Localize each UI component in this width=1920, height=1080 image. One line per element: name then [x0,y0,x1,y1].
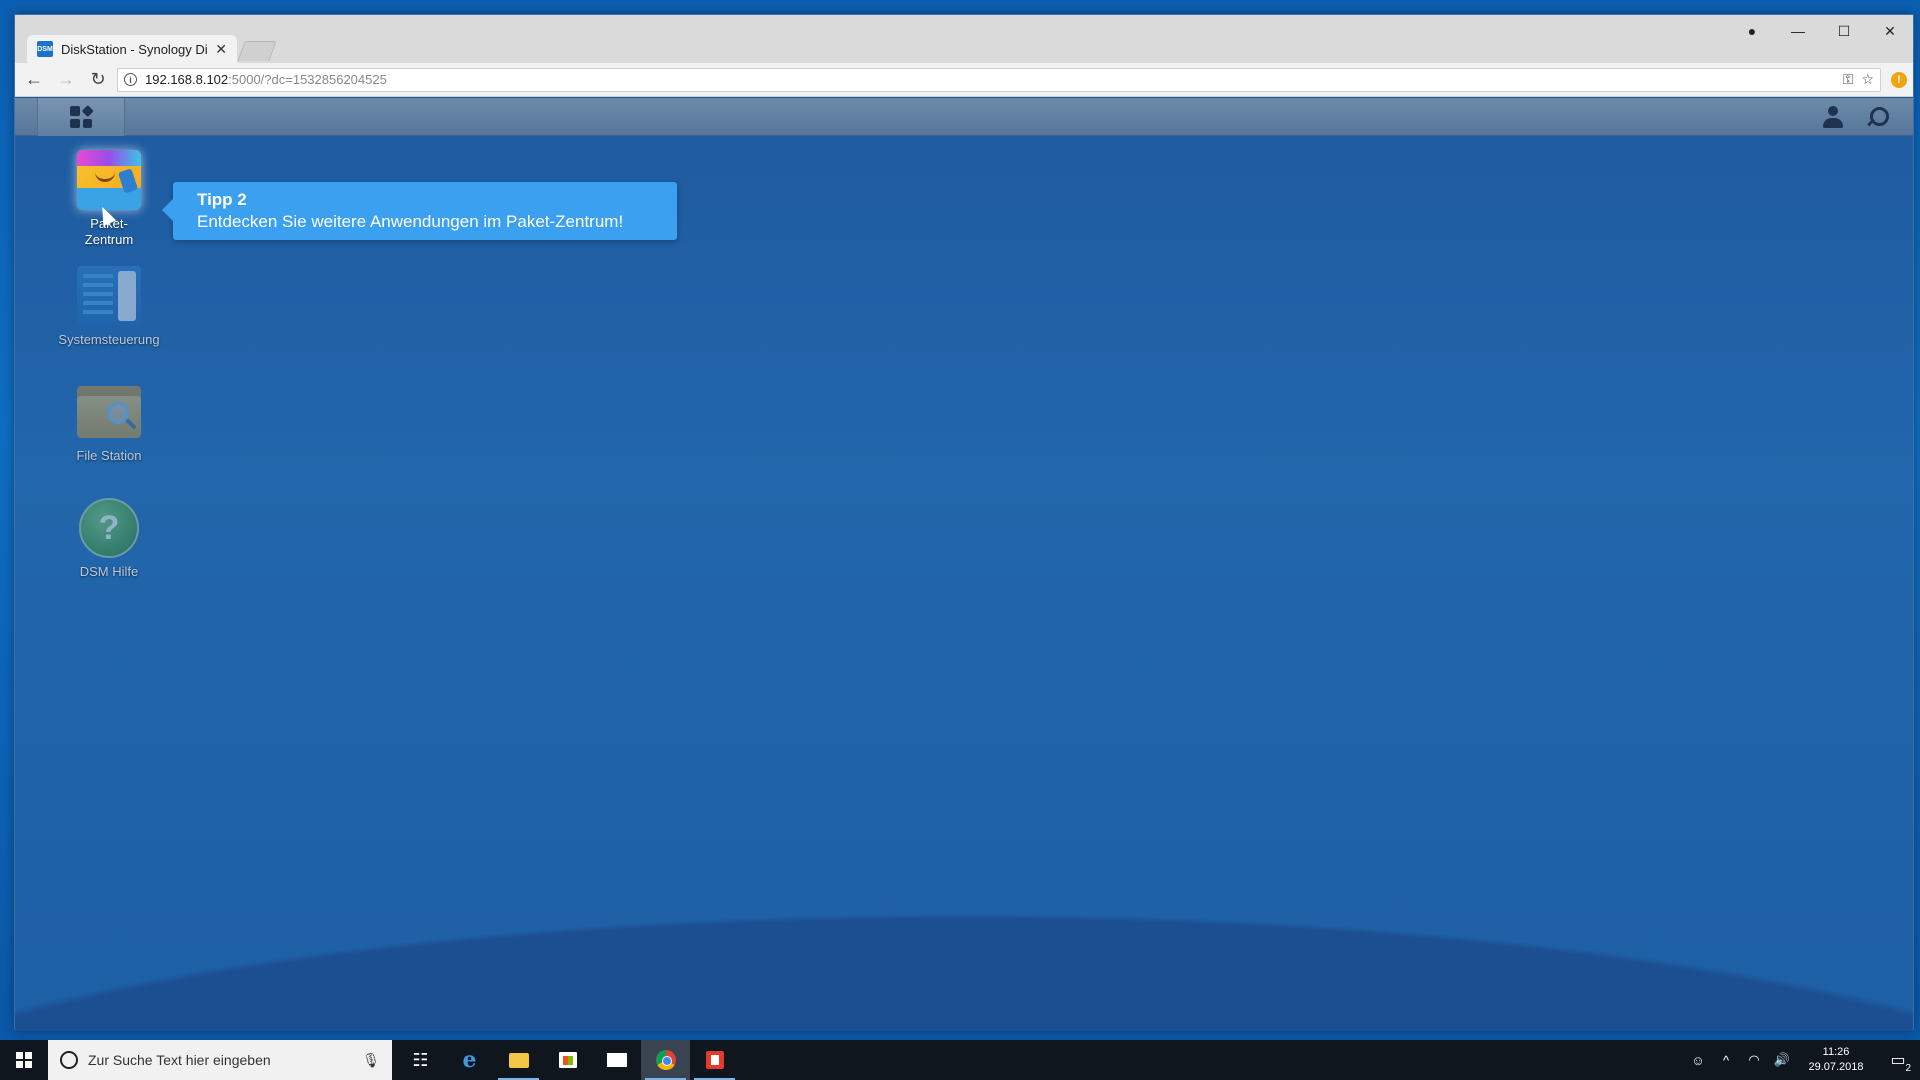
store-icon[interactable] [543,1040,592,1080]
start-button[interactable] [0,1040,48,1080]
window-controls: ● — ☐ ✕ [1729,15,1913,47]
site-info-icon[interactable]: i [124,73,137,86]
close-window-icon[interactable]: ✕ [1867,15,1913,47]
help-question-icon: ? [79,498,139,558]
browser-window: DSM DiskStation - Synology DiskStation ✕… [14,14,1914,1031]
notification-count: 2 [1904,1063,1912,1074]
dsm-desktop: Paket- Zentrum Systemsteuerung File Stat… [15,98,1913,1031]
chrome-icon[interactable] [641,1040,690,1080]
clock-time: 11:26 [1822,1046,1850,1058]
microphone-icon[interactable]: 🎙 [362,1052,380,1069]
tip-balloon: Tipp 2 Entdecken Sie weitere Anwendungen… [162,182,677,240]
url-host: 192.168.8.102 [145,72,229,87]
file-station-icon [77,382,141,442]
windows-logo-icon [16,1052,32,1068]
tab-close-icon[interactable]: ✕ [215,41,227,58]
new-tab-button[interactable] [237,41,277,61]
windows-search-box[interactable]: Zur Suche Text hier eingeben 🎙 [48,1040,392,1080]
package-center-icon [77,150,141,210]
desktop-icon-dsm-help[interactable]: ? DSM Hilfe [49,498,169,580]
edge-icon[interactable]: e [445,1040,494,1080]
forward-arrow-icon[interactable]: → [53,67,79,93]
control-panel-icon [77,266,141,326]
clock-date: 29.07.2018 [1808,1061,1864,1073]
tip-title: Tipp 2 [197,190,247,209]
search-placeholder: Zur Suche Text hier eingeben [88,1052,271,1068]
dsm-favicon-icon: DSM [37,41,53,57]
address-bar[interactable]: i 192.168.8.102:5000/?dc=1532856204525 ⚿… [117,67,1881,92]
back-arrow-icon[interactable]: ← [21,67,47,93]
dsm-taskbar-right [1821,98,1889,136]
url-path: :5000/?dc=1532856204525 [228,72,387,87]
browser-tab[interactable]: DSM DiskStation - Synology DiskStation ✕ [27,35,237,63]
dsm-taskbar [15,98,1913,136]
minimize-icon[interactable]: — [1775,15,1821,47]
reload-icon[interactable]: ↻ [85,67,111,93]
desktop-icon-label: DSM Hilfe [79,564,139,579]
main-menu-button[interactable] [37,98,125,136]
file-explorer-icon[interactable] [494,1040,543,1080]
volume-icon[interactable]: 🔊 [1768,1040,1796,1080]
people-icon[interactable]: ☺ [1684,1040,1712,1080]
bookmark-star-icon[interactable]: ☆ [1861,71,1874,88]
desktop-icon-control-panel[interactable]: Systemsteuerung [49,266,169,348]
desktop-icon-package-center[interactable]: Paket- Zentrum [49,150,169,248]
network-icon[interactable]: ◠ [1740,1040,1768,1080]
browser-toolbar: ← → ↻ i 192.168.8.102:5000/?dc=153285620… [15,63,1913,97]
mail-icon[interactable] [592,1040,641,1080]
browser-titlebar: DSM DiskStation - Synology DiskStation ✕… [15,15,1913,63]
main-menu-grid-icon [70,105,93,128]
action-center-icon[interactable]: ▭ 2 [1876,1040,1920,1080]
powerpoint-icon[interactable] [690,1040,739,1080]
clock[interactable]: 11:26 29.07.2018 [1796,1045,1876,1075]
tab-title: DiskStation - Synology DiskStation [61,41,208,57]
task-view-icon[interactable]: ☷ [396,1040,445,1080]
maximize-icon[interactable]: ☐ [1821,15,1867,47]
desktop-icon-file-station[interactable]: File Station [49,382,169,464]
extension-icon[interactable]: ! [1891,71,1907,88]
user-icon[interactable] [1821,105,1845,129]
key-icon[interactable]: ⚿ [1843,71,1854,88]
taskbar-apps: ☷ e [396,1040,739,1080]
profile-icon[interactable]: ● [1729,15,1775,47]
desktop-icon-label: File Station [76,448,142,463]
desktop-icon-label: Systemsteuerung [58,332,160,347]
show-hidden-icons-chevron-icon[interactable]: ^ [1712,1040,1740,1080]
tip-text: Entdecken Sie weitere Anwendungen im Pak… [197,212,624,231]
windows-taskbar: Zur Suche Text hier eingeben 🎙 ☷ e ☺ ^ ◠… [0,1040,1920,1080]
system-tray: ☺ ^ ◠ 🔊 11:26 29.07.2018 ▭ 2 [1684,1040,1920,1080]
search-icon[interactable] [1865,105,1889,129]
cortana-icon [60,1051,78,1069]
